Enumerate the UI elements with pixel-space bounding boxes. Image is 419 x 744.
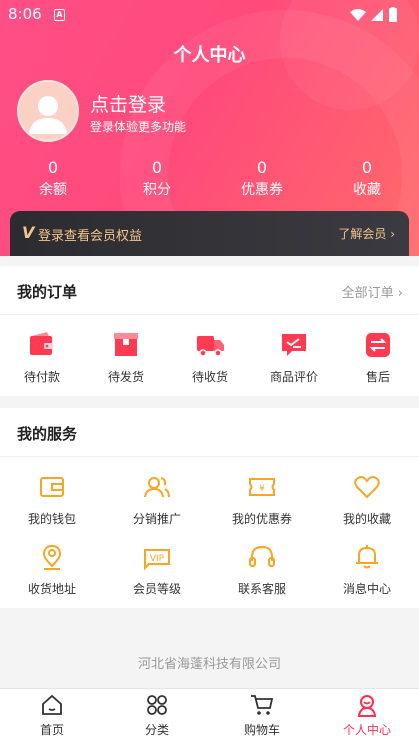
bell-icon bbox=[356, 545, 378, 569]
cart-icon bbox=[251, 695, 274, 715]
all-orders-label: 全部订单 bbox=[341, 286, 394, 301]
coupon-icon: ¥ bbox=[249, 478, 275, 496]
stat-points[interactable]: 0 积分 bbox=[105, 158, 209, 200]
wallet-icon bbox=[40, 477, 64, 497]
location-icon bbox=[42, 544, 62, 570]
service-label: 收货地址 bbox=[27, 582, 76, 596]
stat-label: 优惠券 bbox=[241, 182, 283, 198]
stat-balance[interactable]: 0 余额 bbox=[1, 158, 105, 200]
tab-label: 个人中心 bbox=[342, 723, 391, 737]
service-label: 分销推广 bbox=[132, 512, 181, 526]
truck-icon bbox=[197, 336, 224, 357]
tab-label: 首页 bbox=[39, 723, 64, 737]
service-label: 我的收藏 bbox=[342, 512, 391, 526]
stat-value: 0 bbox=[151, 158, 163, 177]
status-time: 8:06 bbox=[8, 5, 42, 23]
status-bar: 8:06 A bbox=[0, 0, 419, 30]
service-messages[interactable]: 消息中心 bbox=[315, 542, 419, 597]
service-distribution[interactable]: 分销推广 bbox=[105, 472, 209, 527]
service-customer-support[interactable]: 联系客服 bbox=[210, 542, 314, 597]
bottom-tab-bar: 首页 分类 购物车 个人中心 bbox=[0, 688, 419, 744]
service-vip-level[interactable]: VIP 会员等级 bbox=[105, 542, 209, 597]
tab-cart[interactable]: 购物车 bbox=[210, 693, 314, 738]
orders-title: 我的订单 bbox=[17, 283, 78, 301]
service-label: 联系客服 bbox=[237, 582, 286, 596]
service-coupons[interactable]: ¥ 我的优惠券 bbox=[210, 472, 314, 527]
stat-label: 余额 bbox=[39, 182, 67, 198]
stat-value: 0 bbox=[361, 158, 373, 177]
tab-home[interactable]: 首页 bbox=[0, 693, 104, 738]
stat-value: 0 bbox=[256, 158, 268, 177]
service-label: 消息中心 bbox=[342, 582, 391, 596]
order-after-sales[interactable]: 售后 bbox=[326, 330, 419, 385]
service-address[interactable]: 收货地址 bbox=[0, 542, 104, 597]
orders-card: 我的订单 全部订单 › 待付款 待发货 待收货 商品评价 售后 bbox=[0, 266, 419, 396]
vip-banner-text: 登录查看会员权益 bbox=[38, 229, 143, 244]
avatar[interactable] bbox=[17, 80, 79, 142]
user-icon bbox=[357, 695, 377, 717]
vip-banner[interactable]: V 登录查看会员权益 了解会员 › bbox=[10, 211, 409, 256]
stat-label: 积分 bbox=[143, 182, 171, 198]
comment-icon bbox=[282, 334, 306, 356]
services-title: 我的服务 bbox=[17, 425, 78, 443]
chevron-right-icon: › bbox=[390, 227, 395, 241]
stat-favorites[interactable]: 0 收藏 bbox=[315, 158, 419, 200]
wallet-icon bbox=[30, 332, 53, 355]
all-orders-link[interactable]: 全部订单 › bbox=[342, 282, 403, 301]
vip-letter-icon: V bbox=[22, 223, 35, 242]
tab-label: 分类 bbox=[144, 723, 169, 737]
vip-more-link[interactable]: 了解会员 › bbox=[338, 225, 395, 242]
service-favorites[interactable]: 我的收藏 bbox=[315, 472, 419, 527]
exchange-icon bbox=[366, 333, 390, 357]
svg-text:¥: ¥ bbox=[259, 484, 265, 494]
users-icon bbox=[144, 477, 170, 498]
company-footer: 河北省海蓬科技有限公司 bbox=[137, 657, 281, 672]
services-header: 我的服务 bbox=[0, 408, 419, 457]
page-title: 个人中心 bbox=[173, 45, 246, 66]
vip-more-label: 了解会员 bbox=[338, 227, 387, 241]
services-card: 我的服务 我的钱包 分销推广 ¥ 我的优惠券 我的收藏 收货地址 VIP 会员等… bbox=[0, 408, 419, 608]
tab-category[interactable]: 分类 bbox=[105, 693, 209, 738]
service-label: 会员等级 bbox=[132, 582, 181, 596]
stat-value: 0 bbox=[47, 158, 59, 177]
svg-text:VIP: VIP bbox=[150, 554, 165, 564]
vip-icon: VIP bbox=[144, 549, 170, 571]
service-wallet[interactable]: 我的钱包 bbox=[0, 472, 104, 527]
home-icon bbox=[42, 694, 62, 715]
box-icon bbox=[114, 333, 138, 356]
login-title[interactable]: 点击登录 bbox=[90, 90, 166, 117]
service-label: 我的钱包 bbox=[27, 512, 76, 526]
order-label: 售后 bbox=[365, 370, 390, 384]
service-label: 我的优惠券 bbox=[231, 512, 292, 526]
heart-icon bbox=[354, 476, 380, 499]
system-status-icons bbox=[350, 7, 397, 22]
orders-header: 我的订单 全部订单 › bbox=[0, 266, 419, 315]
notification-badge-icon: A bbox=[54, 9, 65, 21]
headset-icon bbox=[249, 545, 275, 567]
tab-profile[interactable]: 个人中心 bbox=[315, 693, 419, 738]
stats-row: 0 余额 0 积分 0 优惠券 0 收藏 bbox=[0, 158, 419, 202]
stat-coupons[interactable]: 0 优惠券 bbox=[210, 158, 314, 200]
category-icon bbox=[147, 695, 167, 715]
chevron-right-icon: › bbox=[397, 286, 403, 301]
login-subtitle: 登录体验更多功能 bbox=[90, 120, 187, 134]
tab-label: 购物车 bbox=[243, 723, 280, 737]
stat-label: 收藏 bbox=[353, 182, 381, 198]
